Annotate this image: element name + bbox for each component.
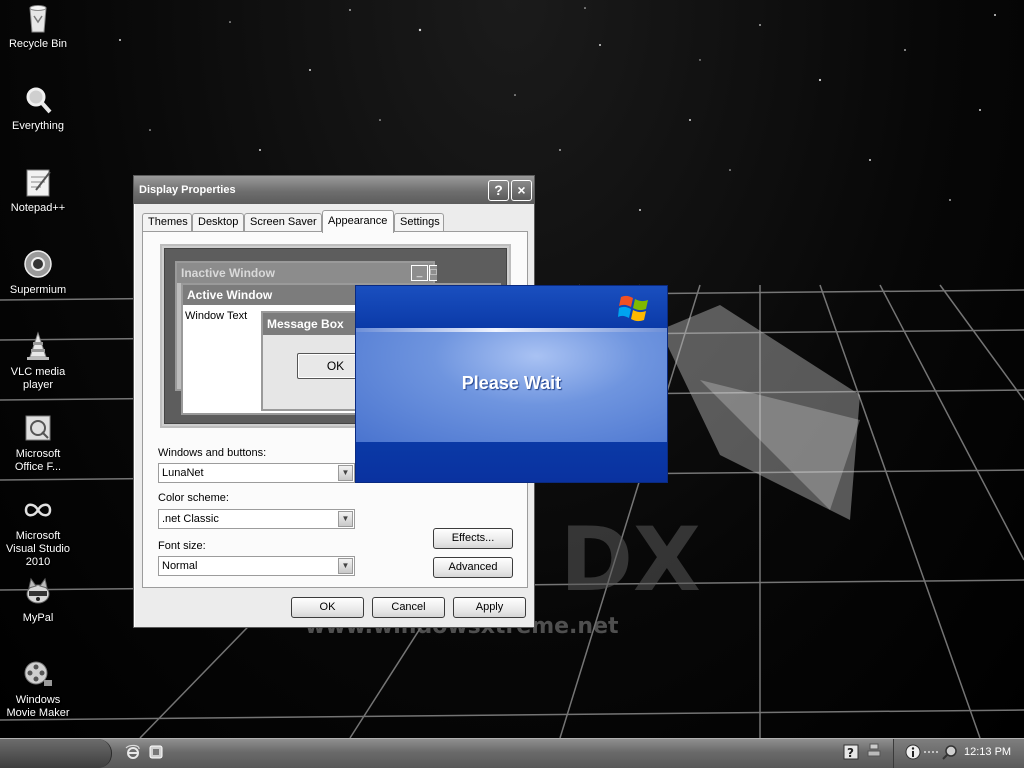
- color-scheme-select[interactable]: .net Classic ▼: [158, 509, 355, 529]
- help-tray-icon[interactable]: ?: [843, 744, 859, 760]
- windows-flag-icon: [618, 295, 648, 322]
- windows-buttons-value: LunaNet: [162, 467, 204, 479]
- preview-inactive-title: Inactive Window: [181, 266, 275, 280]
- desktop-icon-label: Windows Movie Maker: [6, 694, 70, 719]
- desktop-icon-label: Microsoft Office F...: [14, 448, 62, 473]
- font-size-select[interactable]: Normal ▼: [158, 556, 355, 576]
- please-wait-header: [356, 286, 667, 328]
- desktop-icon-vlc[interactable]: VLC media player: [0, 330, 76, 392]
- window-title: Display Properties: [139, 184, 236, 196]
- effects-button[interactable]: Effects...: [433, 528, 513, 549]
- clock[interactable]: 12:13 PM: [964, 746, 1011, 758]
- internet-explorer-icon[interactable]: [125, 744, 141, 760]
- svg-text:DX: DX: [560, 508, 701, 611]
- tab-screen-saver[interactable]: Screen Saver: [244, 213, 322, 232]
- advanced-button[interactable]: Advanced: [433, 557, 513, 578]
- close-button[interactable]: ×: [511, 180, 532, 201]
- info-icon[interactable]: [905, 744, 921, 760]
- desktop-icon-notepad-plus-plus[interactable]: Notepad++: [0, 166, 76, 215]
- color-scheme-value: .net Classic: [162, 513, 219, 525]
- desktop-icon-everything[interactable]: Everything: [0, 84, 76, 133]
- please-wait-footer: [356, 442, 667, 482]
- desktop-icon-mypal[interactable]: MyPal: [0, 576, 76, 625]
- preview-maximize-icon: □: [429, 265, 437, 281]
- windows-buttons-select[interactable]: LunaNet ▼: [158, 463, 355, 483]
- preview-inactive-title-bar: Inactive Window _ □: [177, 263, 437, 283]
- please-wait-dialog: Please Wait: [355, 285, 668, 483]
- tab-appearance[interactable]: Appearance: [322, 210, 394, 233]
- preview-window-text: Window Text: [185, 310, 248, 322]
- title-bar[interactable]: Display Properties ? ×: [134, 176, 534, 204]
- preview-minimize-icon: _: [411, 265, 428, 281]
- desktop-icon-label: VLC media player: [10, 366, 66, 391]
- tab-settings[interactable]: Settings: [394, 213, 444, 232]
- recycle-bin-icon: [29, 5, 47, 33]
- apply-button[interactable]: Apply: [453, 597, 526, 618]
- help-button[interactable]: ?: [488, 180, 509, 201]
- desktop-icon-visual-studio[interactable]: Microsoft Visual Studio 2010: [0, 494, 76, 569]
- desktop-icon-label: Everything: [12, 120, 64, 132]
- search-icon[interactable]: [942, 744, 958, 760]
- preview-message-box-title: Message Box: [267, 317, 344, 331]
- supermium-browser-icon: [24, 250, 52, 278]
- safely-remove-hardware-icon[interactable]: [866, 742, 882, 758]
- desktop-icon-label: Microsoft Visual Studio 2010: [5, 530, 70, 568]
- start-button[interactable]: [0, 739, 112, 768]
- preview-active-title: Active Window: [187, 288, 273, 302]
- windows-buttons-label: Windows and buttons:: [158, 447, 267, 459]
- chevron-down-icon[interactable]: ▼: [338, 465, 353, 481]
- desktop-icon-label: Recycle Bin: [8, 38, 68, 50]
- film-reel-icon: [24, 661, 52, 686]
- desktop-icon-label: Notepad++: [10, 202, 66, 214]
- network-icon[interactable]: [923, 744, 939, 760]
- show-desktop-icon[interactable]: [148, 744, 164, 760]
- desktop-icon-label: MyPal: [22, 612, 54, 624]
- desktop-icon-label: Supermium: [9, 284, 67, 296]
- desktop-icon-supermium[interactable]: Supermium: [0, 248, 76, 297]
- desktop-icon-movie-maker[interactable]: Windows Movie Maker: [0, 658, 76, 720]
- office-document-icon: [25, 415, 51, 441]
- please-wait-text: Please Wait: [461, 373, 562, 393]
- font-size-label: Font size:: [158, 540, 206, 552]
- ok-button[interactable]: OK: [291, 597, 364, 618]
- desktop-icon-office[interactable]: Microsoft Office F...: [0, 412, 76, 474]
- notepad-plus-plus-icon: [26, 169, 51, 197]
- svg-text:?: ?: [847, 746, 854, 760]
- vlc-cone-icon: [27, 331, 49, 360]
- desktop-icon-recycle-bin[interactable]: Recycle Bin: [0, 2, 76, 51]
- chevron-down-icon[interactable]: ▼: [338, 511, 353, 527]
- tab-desktop[interactable]: Desktop: [192, 213, 244, 232]
- magnifier-icon: [26, 87, 52, 114]
- tab-themes[interactable]: Themes: [142, 213, 192, 232]
- visual-studio-infinity-icon: [24, 503, 52, 517]
- color-scheme-label: Color scheme:: [158, 492, 229, 504]
- cancel-button[interactable]: Cancel: [372, 597, 445, 618]
- font-size-value: Normal: [162, 560, 198, 572]
- raccoon-icon: [26, 577, 50, 604]
- chevron-down-icon[interactable]: ▼: [338, 558, 353, 574]
